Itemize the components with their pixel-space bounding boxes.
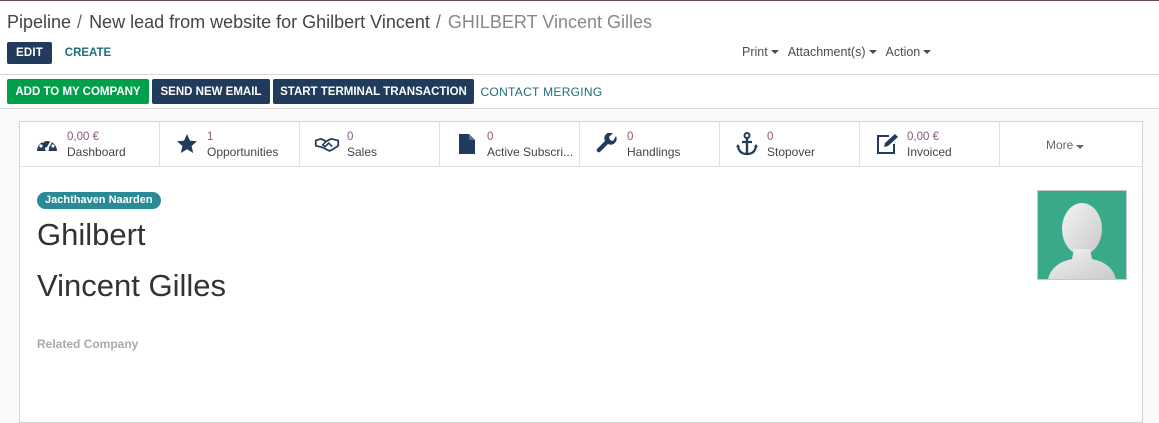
smart-button-box: 0,00 € Dashboard 1 Opportunities 0 Sales bbox=[20, 122, 1142, 167]
send-new-email-button[interactable]: SEND NEW EMAIL bbox=[152, 79, 270, 104]
opportunities-value: 1 bbox=[207, 131, 214, 143]
attachments-dropdown[interactable]: Attachment(s) bbox=[788, 45, 877, 59]
more-label: More bbox=[1046, 138, 1136, 152]
start-terminal-transaction-button[interactable]: START TERMINAL TRANSACTION bbox=[273, 79, 474, 104]
create-button[interactable]: CREATE bbox=[60, 42, 116, 64]
wrench-icon bbox=[594, 132, 620, 156]
opportunities-label: Opportunities bbox=[207, 145, 279, 159]
caret-down-icon bbox=[770, 50, 779, 54]
first-name-field: Ghilbert bbox=[37, 217, 146, 252]
active-subscriptions-label: Active Subscri... bbox=[487, 145, 574, 159]
active-subscriptions-value: 0 bbox=[487, 131, 494, 143]
breadcrumb-active: GHILBERT Vincent Gilles bbox=[447, 12, 652, 32]
caret-down-icon bbox=[1076, 145, 1085, 149]
sales-value: 0 bbox=[347, 131, 354, 143]
add-to-my-company-button[interactable]: ADD TO MY COMPANY bbox=[7, 79, 149, 104]
edit-icon bbox=[874, 132, 900, 156]
attachments-label: Attachment(s) bbox=[787, 45, 866, 59]
invoiced-value: 0,00 € bbox=[907, 131, 939, 143]
breadcrumb-item-lead[interactable]: New lead from website for Ghilbert Vince… bbox=[89, 12, 430, 32]
invoiced-label: Invoiced bbox=[907, 145, 952, 159]
caret-down-icon bbox=[923, 50, 932, 54]
anchor-icon bbox=[734, 132, 760, 156]
category-tag[interactable]: Jachthaven Naarden bbox=[37, 192, 161, 209]
invoiced-button[interactable]: 0,00 € Invoiced bbox=[860, 122, 1000, 166]
more-button[interactable]: More bbox=[1000, 122, 1142, 166]
status-bar: ADD TO MY COMPANY SEND NEW EMAIL START T… bbox=[0, 75, 1159, 109]
breadcrumb-separator: / bbox=[77, 12, 83, 32]
breadcrumb-separator: / bbox=[435, 12, 441, 32]
stopover-value: 0 bbox=[767, 131, 774, 143]
avatar[interactable] bbox=[1037, 190, 1127, 280]
dashboard-label: Dashboard bbox=[67, 145, 126, 159]
handlings-button[interactable]: 0 Handlings bbox=[580, 122, 720, 166]
stopover-label: Stopover bbox=[767, 145, 816, 159]
action-dropdowns: Print Attachment(s) Action bbox=[742, 45, 932, 59]
print-label: Print bbox=[742, 45, 768, 59]
active-subscriptions-button[interactable]: 0 Active Subscri... bbox=[440, 122, 580, 166]
sales-button[interactable]: 0 Sales bbox=[300, 122, 440, 166]
stopover-button[interactable]: 0 Stopover bbox=[720, 122, 860, 166]
contact-merging-button[interactable]: CONTACT MERGING bbox=[478, 79, 605, 104]
document-icon bbox=[454, 132, 480, 156]
last-name-field: Vincent Gilles bbox=[37, 268, 226, 303]
action-dropdown[interactable]: Action bbox=[886, 45, 932, 59]
breadcrumb: Pipeline / New lead from website for Ghilb… bbox=[7, 12, 652, 33]
sales-label: Sales bbox=[347, 145, 378, 159]
opportunities-button[interactable]: 1 Opportunities bbox=[160, 122, 300, 166]
breadcrumb-item-pipeline[interactable]: Pipeline bbox=[7, 12, 71, 32]
edit-button[interactable]: EDIT bbox=[7, 42, 52, 64]
related-company-label: Related Company bbox=[37, 337, 139, 351]
handlings-label: Handlings bbox=[627, 145, 681, 159]
handshake-icon bbox=[314, 132, 340, 156]
avatar-placeholder-icon bbox=[1048, 203, 1116, 279]
dashboard-value: 0,00 € bbox=[67, 131, 99, 143]
action-label: Action bbox=[885, 45, 921, 59]
star-icon bbox=[174, 132, 200, 156]
dashboard-icon bbox=[34, 132, 60, 156]
form-sheet: 0,00 € Dashboard 1 Opportunities 0 Sales bbox=[19, 121, 1143, 423]
handlings-value: 0 bbox=[627, 131, 634, 143]
caret-down-icon bbox=[868, 50, 877, 54]
print-dropdown[interactable]: Print bbox=[742, 45, 779, 59]
dashboard-button[interactable]: 0,00 € Dashboard bbox=[20, 122, 160, 166]
control-panel: Pipeline / New lead from website for Ghilb… bbox=[0, 1, 1159, 75]
